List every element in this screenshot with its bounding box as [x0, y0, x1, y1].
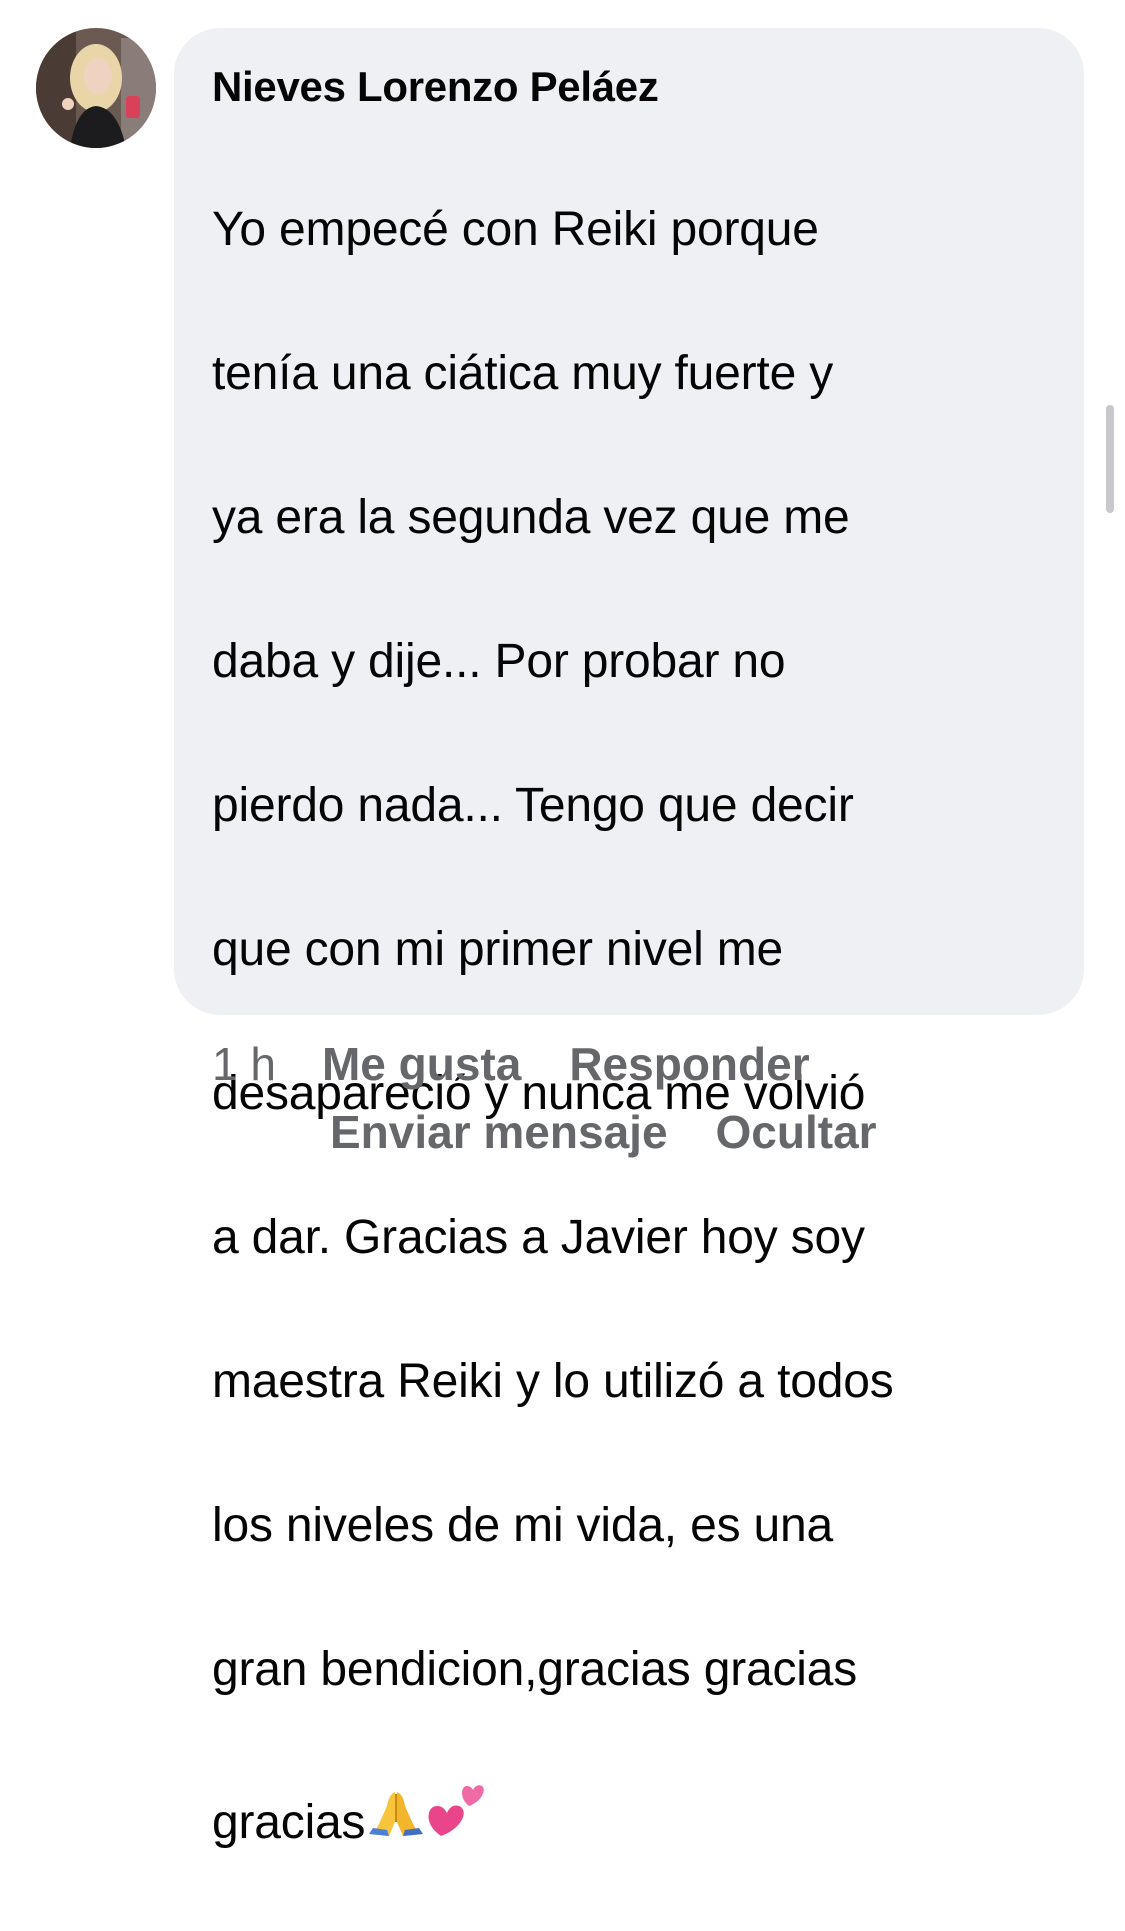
folded-hands-icon: [365, 1786, 427, 1859]
comment-bubble: Nieves Lorenzo Peláez Yo empecé con Reik…: [174, 28, 1084, 1849]
comment-text-line: gracias: [212, 1796, 366, 1849]
avatar[interactable]: [36, 28, 156, 148]
comment-author[interactable]: Nieves Lorenzo Peláez: [212, 58, 1056, 116]
profile-photo: [36, 28, 156, 148]
comment-actions: 1 h Me gusta Responder Enviar mensaje Ocult…: [212, 1030, 1072, 1166]
like-button[interactable]: Me gusta: [322, 1030, 521, 1098]
scrollbar[interactable]: [1106, 405, 1114, 513]
comment-text-line: los niveles de mi vida, es una: [212, 1499, 834, 1552]
comment-text-line: tenía una ciática muy fuerte y: [212, 347, 834, 400]
comment-text-line: que con mi primer nivel me: [212, 923, 784, 976]
comment-text-line: Yo empecé con Reiki porque: [212, 203, 819, 256]
comment-text: Yo empecé con Reiki porque tenía una ciá…: [212, 122, 1056, 1931]
comment-text-line: pierdo nada... Tengo que decir: [212, 779, 854, 832]
comment-timestamp[interactable]: 1 h: [212, 1030, 276, 1098]
comment-text-line: maestra Reiki y lo utilizó a todos: [212, 1355, 894, 1408]
comment-actions-row-2: Enviar mensaje Ocultar: [212, 1098, 1072, 1166]
send-message-button[interactable]: Enviar mensaje: [330, 1098, 668, 1166]
comment-text-line: a dar. Gracias a Javier hoy soy: [212, 1211, 865, 1264]
comment-actions-row-1: 1 h Me gusta Responder: [212, 1030, 1072, 1098]
comment-text-line: gran bendicion,gracias gracias: [212, 1643, 858, 1696]
two-hearts-icon: [427, 1778, 485, 1859]
reply-button[interactable]: Responder: [569, 1030, 809, 1098]
comment-text-last-line: gracias: [212, 1778, 1056, 1859]
comment-text-line: ya era la segunda vez que me: [212, 491, 850, 544]
hide-button[interactable]: Ocultar: [716, 1098, 877, 1166]
comment-text-line: daba y dije... Por probar no: [212, 635, 786, 688]
